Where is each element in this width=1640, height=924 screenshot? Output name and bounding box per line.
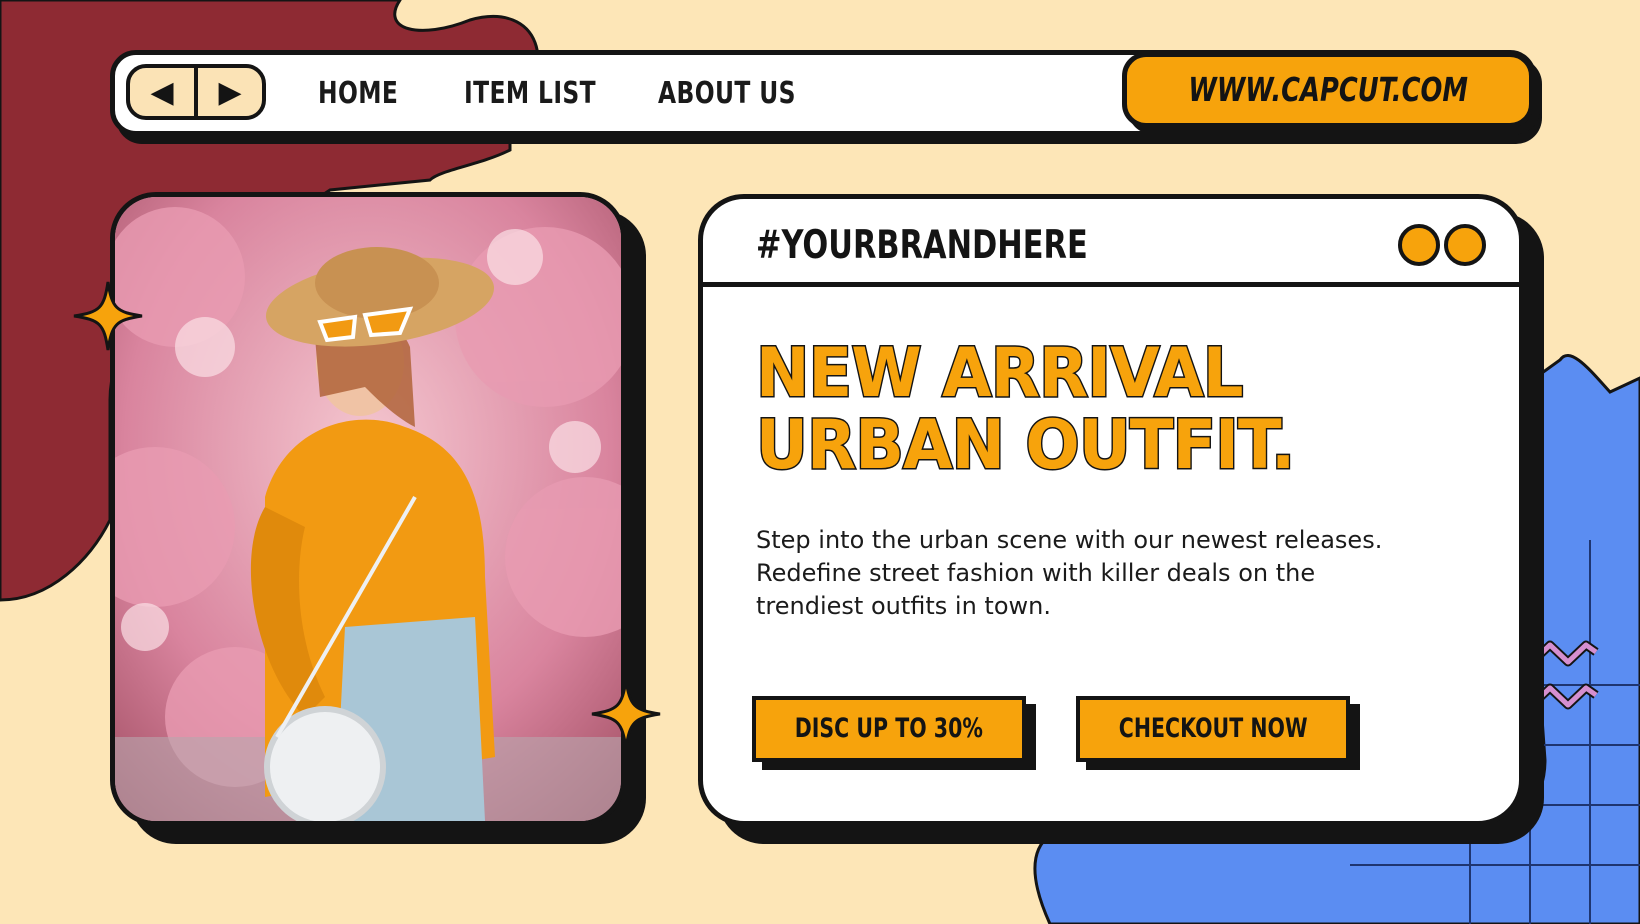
description-text: Step into the urban scene with our newes… [756, 524, 1436, 623]
sparkle-icon [73, 281, 143, 351]
card-header-divider [698, 282, 1524, 287]
model-photo [110, 192, 626, 826]
url-text: WWW.CAPCUT.COM [1188, 70, 1468, 109]
window-dot-icon [1398, 224, 1440, 266]
nav-link-about-us[interactable]: ABOUT US [658, 68, 796, 120]
description-line: Step into the urban scene with our newes… [756, 526, 1383, 554]
nav-link-home[interactable]: HOME [318, 68, 398, 120]
headline-line-1: NEW ARRIVAL [755, 334, 1245, 413]
checkout-button[interactable]: CHECKOUT NOW [1076, 696, 1350, 762]
description-line: Redefine street fashion with killer deal… [756, 559, 1316, 587]
photo-illustration [115, 197, 621, 821]
window-dot-icon [1444, 224, 1486, 266]
nav-link-item-list[interactable]: ITEM LIST [464, 68, 596, 120]
checkout-button-label: CHECKOUT NOW [1118, 713, 1308, 744]
discount-button-label: DISC UP TO 30% [794, 713, 984, 744]
url-bar[interactable]: WWW.CAPCUT.COM [1122, 52, 1534, 128]
history-buttons: ◀ ▶ [126, 64, 266, 120]
brand-hashtag: #YOURBRANDHERE [756, 223, 1088, 268]
discount-button[interactable]: DISC UP TO 30% [752, 696, 1026, 762]
sparkle-icon [591, 679, 661, 749]
back-arrow-icon[interactable]: ◀ [130, 68, 194, 116]
forward-arrow-icon[interactable]: ▶ [194, 68, 262, 116]
description-line: trendiest outfits in town. [756, 592, 1051, 620]
headline-line-2: URBAN OUTFIT. [755, 406, 1297, 485]
